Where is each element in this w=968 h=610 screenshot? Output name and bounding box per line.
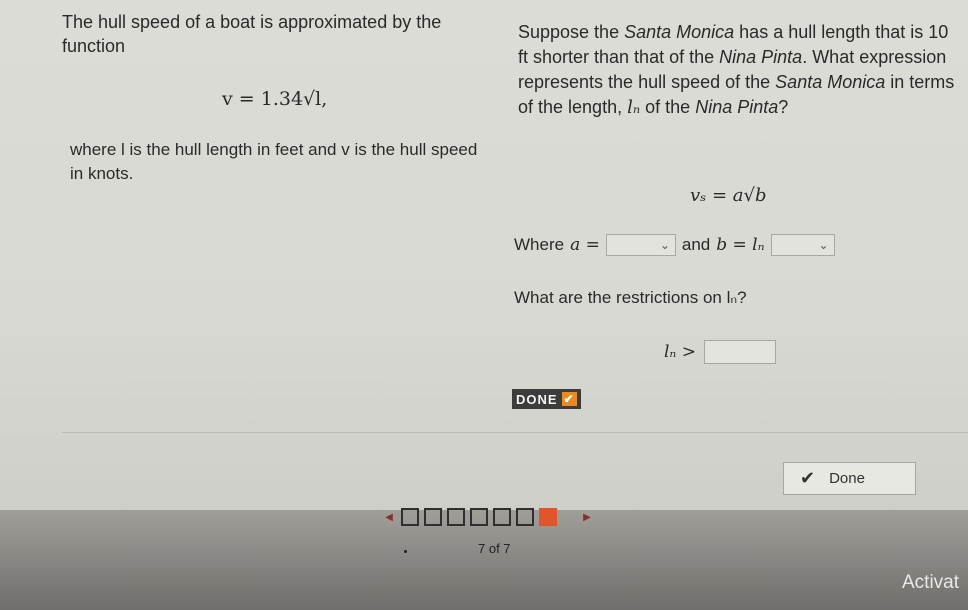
next-arrow-icon[interactable]: ▶ — [580, 509, 594, 525]
question-panel: The hull speed of a boat is approximated… — [0, 0, 968, 510]
restriction-input[interactable] — [703, 340, 776, 364]
b-dropdown[interactable]: ⌄ — [770, 234, 835, 256]
os-activation-watermark: Activat — [902, 572, 960, 593]
hull-speed-formula: v = 1.34√l, — [222, 88, 328, 110]
where-label: Where — [514, 235, 565, 254]
restriction-row: lₙ > — [664, 340, 776, 364]
done-badge: DONE ✔ — [512, 389, 581, 409]
restriction-lhs: lₙ > — [664, 342, 696, 362]
question-text: Suppose the Santa Monica has a hull leng… — [518, 22, 955, 118]
page-square-4[interactable] — [470, 508, 488, 526]
page-square-6[interactable] — [516, 508, 534, 526]
a-equals-label: a = — [570, 235, 600, 255]
done-button-label: Done — [829, 470, 865, 487]
chevron-down-icon: ⌄ — [659, 238, 670, 252]
page-square-5[interactable] — [493, 508, 511, 526]
b-equals-label: b = lₙ — [716, 235, 765, 255]
restrictions-question: What are the restrictions on lₙ? — [514, 288, 747, 307]
intro-text: The hull speed of a boat is approximated… — [62, 12, 442, 56]
variable-explanation: where l is the hull length in feet and v… — [70, 140, 478, 183]
a-dropdown[interactable]: ⌄ — [605, 234, 676, 256]
and-label: and — [681, 235, 711, 254]
divider — [62, 432, 968, 433]
decorative-dot — [404, 550, 407, 553]
where-row: Where a = ⌄ and b = lₙ ⌄ — [514, 234, 835, 256]
chevron-down-icon: ⌄ — [818, 238, 829, 252]
page-count: 7 of 7 — [478, 541, 511, 556]
checkmark-icon: ✔ — [800, 468, 816, 488]
checkmark-icon: ✔ — [561, 392, 577, 406]
page-square-3[interactable] — [447, 508, 465, 526]
page-square-7-current[interactable] — [539, 508, 557, 526]
done-button[interactable]: ✔ Done — [783, 462, 916, 495]
prev-arrow-icon[interactable]: ◀ — [382, 509, 396, 525]
page-square-1[interactable] — [401, 508, 419, 526]
page-square-2[interactable] — [424, 508, 442, 526]
santa-monica-formula: vₛ = a√b — [690, 185, 767, 206]
pager: ◀ ▶ — [382, 508, 594, 526]
